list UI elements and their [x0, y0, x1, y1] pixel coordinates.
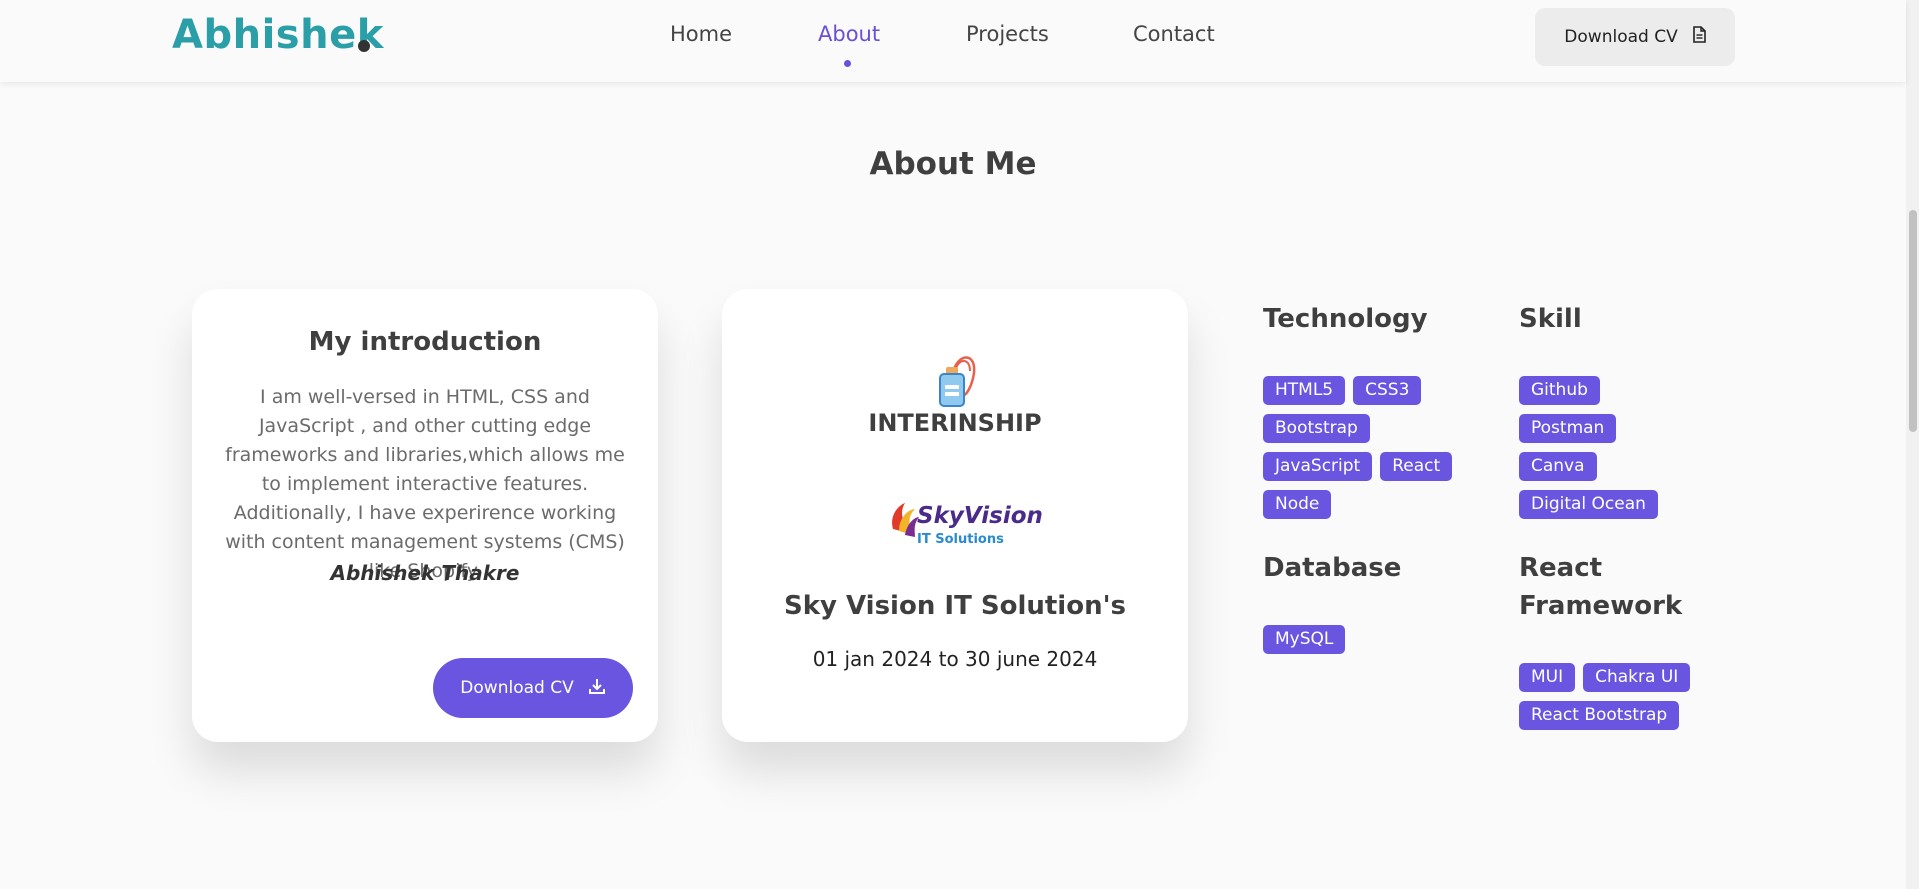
nav-projects[interactable]: Projects	[966, 22, 1049, 46]
technology-tags: HTML5 CSS3 Bootstrap JavaScript React Node	[1263, 376, 1483, 519]
technology-heading: Technology	[1263, 304, 1428, 334]
site-logo[interactable]: Abhishek	[172, 12, 384, 58]
react-framework-tag: React Bootstrap	[1519, 701, 1680, 730]
react-framework-tag: Chakra UI	[1583, 663, 1691, 692]
technology-tag: HTML5	[1263, 376, 1346, 405]
skill-tag: Postman	[1519, 414, 1617, 443]
header-download-cv-label: Download CV	[1564, 27, 1678, 47]
nav-about[interactable]: About	[818, 22, 880, 46]
skill-tag: Digital Ocean	[1519, 490, 1658, 519]
skill-heading: Skill	[1519, 304, 1582, 334]
intro-download-cv-label: Download CV	[460, 678, 574, 698]
company-logo: SkyVision IT Solutions	[889, 499, 1043, 549]
technology-tag: Bootstrap	[1263, 414, 1370, 443]
intro-author: Abhishek Thakre	[330, 561, 520, 585]
document-icon	[1692, 26, 1706, 48]
technology-tag: React	[1380, 452, 1453, 481]
intro-card: My introduction I am well-versed in HTML…	[192, 289, 658, 742]
react-framework-heading-line1: React	[1519, 553, 1603, 583]
internship-card: INTERINSHIP SkyVision IT Solutions Sky V…	[722, 289, 1188, 742]
technology-tag: CSS3	[1353, 376, 1422, 405]
download-icon	[588, 677, 606, 700]
internship-label: INTERINSHIP	[868, 409, 1042, 437]
company-logo-text: SkyVision	[917, 503, 1043, 529]
active-nav-indicator	[844, 60, 851, 67]
skill-tags: Github Postman Canva Digital Ocean	[1519, 376, 1719, 519]
nav-contact[interactable]: Contact	[1133, 22, 1215, 46]
section-title: About Me	[869, 146, 1037, 182]
page-scrollbar[interactable]	[1906, 0, 1919, 889]
intro-title: My introduction	[308, 327, 542, 357]
intro-text: I am well-versed in HTML, CSS and JavaSc…	[225, 386, 625, 582]
site-header: Abhishek Home About Projects Contact Dow…	[0, 0, 1906, 82]
technology-tag: Node	[1263, 490, 1332, 519]
database-tags: MySQL	[1263, 625, 1483, 654]
intro-download-cv-button[interactable]: Download CV	[433, 658, 633, 718]
scrollbar-thumb[interactable]	[1909, 210, 1917, 432]
technology-tag: JavaScript	[1263, 452, 1373, 481]
react-framework-heading-line2: Framework	[1519, 591, 1683, 621]
logo-dot	[358, 40, 370, 52]
react-framework-heading: React Framework	[1519, 549, 1682, 625]
company-name: Sky Vision IT Solution's	[783, 591, 1127, 621]
internship-dates: 01 jan 2024 to 30 june 2024	[812, 647, 1098, 671]
skill-tag: Canva	[1519, 452, 1597, 481]
company-logo-subtext: IT Solutions	[917, 532, 1004, 547]
skill-tag: Github	[1519, 376, 1600, 405]
header-download-cv-button[interactable]: Download CV	[1535, 8, 1735, 66]
react-framework-tag: MUI	[1519, 663, 1576, 692]
react-framework-tags: MUI Chakra UI React Bootstrap	[1519, 663, 1719, 730]
database-tag: MySQL	[1263, 625, 1346, 654]
nav-home[interactable]: Home	[670, 22, 732, 46]
id-badge-icon	[926, 355, 986, 409]
database-heading: Database	[1263, 553, 1402, 583]
